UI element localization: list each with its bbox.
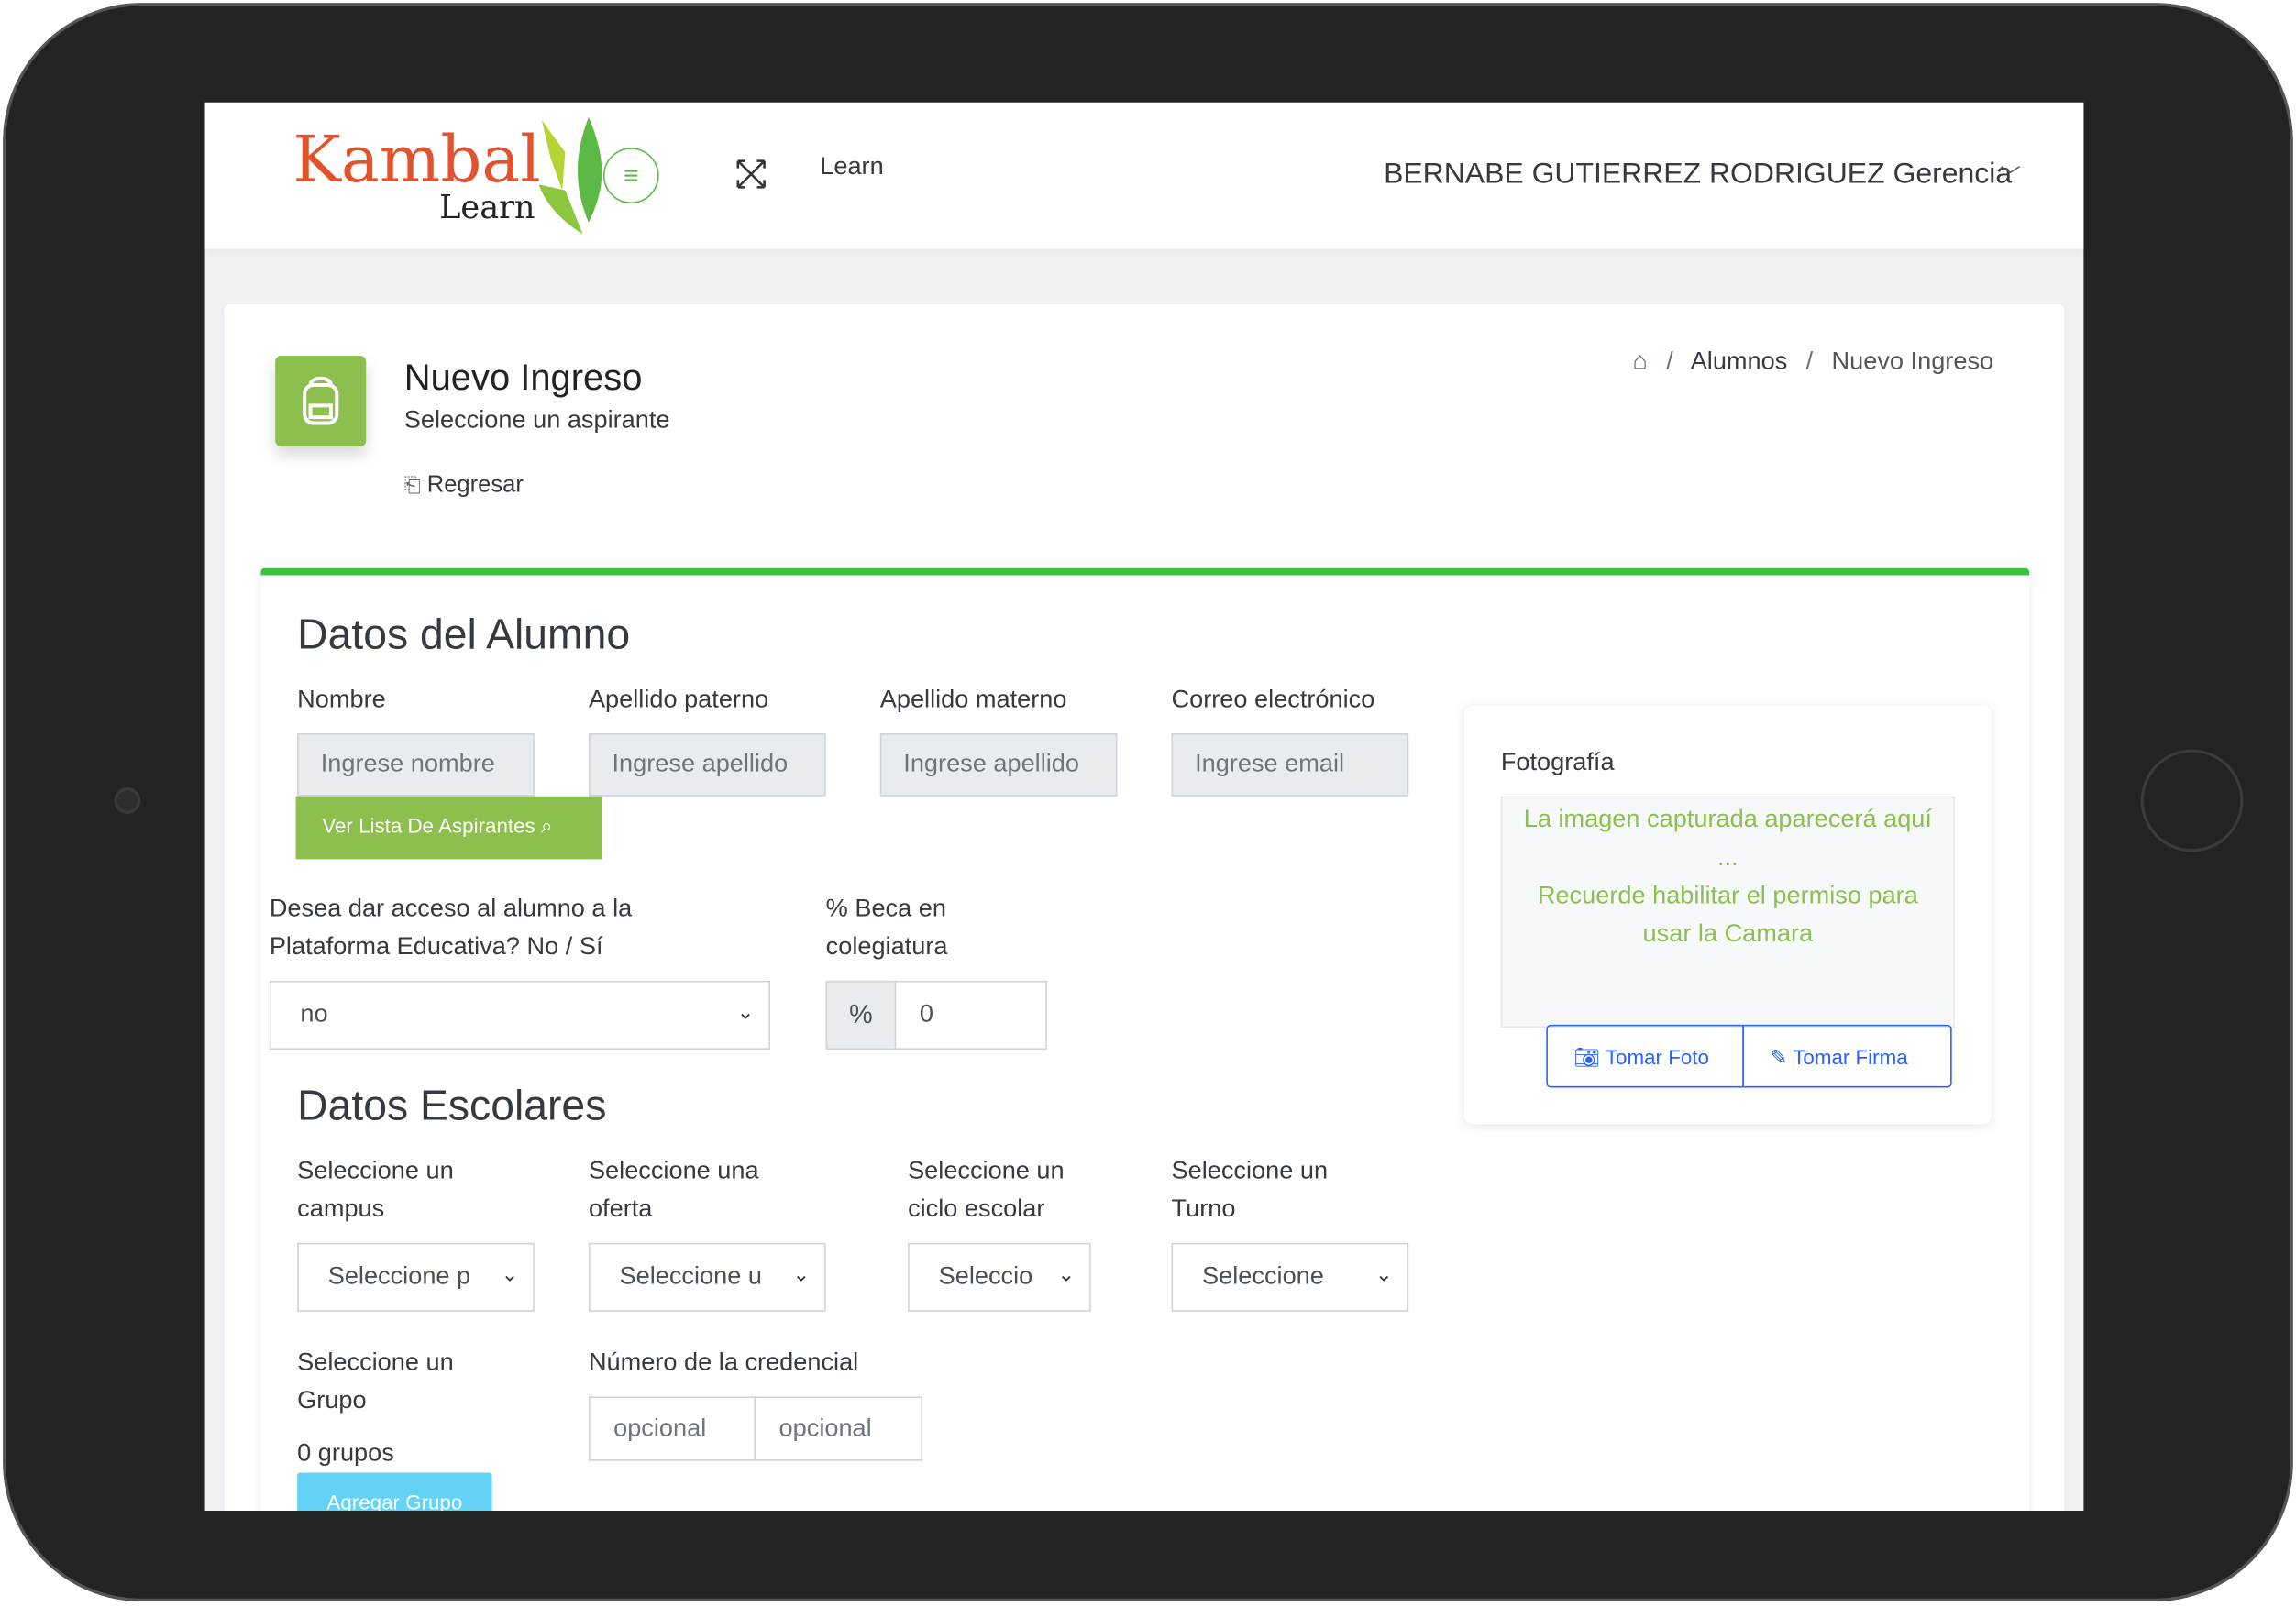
fullscreen-icon[interactable] (735, 158, 767, 190)
page-subtitle: Seleccione un aspirante (403, 405, 670, 434)
page-title: Nuevo Ingreso (403, 357, 643, 399)
section-heading-escolares: Datos Escolares (297, 1083, 607, 1130)
percent-addon: % (825, 980, 897, 1050)
nav-link-learn[interactable]: Learn (820, 152, 883, 182)
backpack-icon (303, 376, 339, 425)
breadcrumb: ⌂ / Alumnos / Nuevo Ingreso (1632, 346, 1994, 375)
offer-select[interactable]: Seleccione u ⌄ (588, 1242, 826, 1312)
platform-access-select[interactable]: no ⌄ (269, 980, 770, 1050)
chevron-down-icon: ⌄ (736, 999, 755, 1024)
back-link[interactable]: ⎗ Regresar (404, 473, 524, 500)
campus-select[interactable]: Seleccione p ⌄ (297, 1242, 535, 1312)
search-icon: ⌕ (540, 813, 553, 838)
menu-toggle-button[interactable]: ≡ (602, 148, 659, 204)
shift-select[interactable]: Seleccione ⌄ (1171, 1242, 1409, 1312)
camera-icon: 📷︎ (1573, 1045, 1601, 1069)
page-icon (275, 356, 367, 447)
take-signature-button[interactable]: ✎ Tomar Firma (1742, 1024, 1952, 1088)
home-icon[interactable]: ⌂ (1633, 346, 1648, 374)
chevron-down-icon: ⌄ (792, 1261, 811, 1286)
add-group-button[interactable]: Agregar Grupo (297, 1472, 492, 1512)
list-applicants-button[interactable]: Ver Lista De Aspirantes ⌕ (295, 796, 602, 860)
chevron-down-icon: ⌄ (1374, 1261, 1393, 1286)
maternal-surname-input[interactable]: Ingrese apellido (879, 733, 1118, 797)
top-header: Kambal Learn ≡ Learn BERNABE GUTIERREZ R… (204, 102, 2084, 249)
pencil-icon: ✎ (1770, 1045, 1788, 1069)
name-input[interactable]: Ingrese nombre (297, 733, 535, 797)
user-menu[interactable]: BERNABE GUTIERREZ RODRIGUEZ Gerencia (1384, 158, 2012, 192)
tablet-home-button (2140, 749, 2244, 852)
breadcrumb-current: Nuevo Ingreso (1831, 346, 1994, 375)
scholarship-input[interactable]: 0 (894, 980, 1047, 1050)
chevron-down-icon[interactable]: ﹀ (2000, 161, 2020, 191)
back-icon: ⎗ (403, 472, 421, 497)
school-cycle-select[interactable]: Seleccio ⌄ (908, 1242, 1091, 1312)
take-photo-button[interactable]: 📷︎ Tomar Foto (1546, 1024, 1744, 1088)
group-count: 0 grupos (297, 1438, 394, 1468)
chevron-down-icon: ⌄ (501, 1261, 519, 1286)
section-heading-alumno: Datos del Alumno (297, 611, 631, 659)
photo-preview: La imagen capturada aparecerá aquí... Rec… (1500, 796, 1955, 1028)
breadcrumb-alumnos[interactable]: Alumnos (1691, 346, 1788, 374)
chevron-down-icon: ⌄ (1057, 1261, 1076, 1286)
tablet-camera (114, 787, 141, 814)
paternal-surname-input[interactable]: Ingrese apellido (588, 733, 826, 797)
credential-input-1[interactable]: opcional (588, 1396, 757, 1461)
email-input[interactable]: Ingrese email (1171, 733, 1409, 797)
credential-input-2[interactable]: opcional (754, 1396, 923, 1461)
screen: Kambal Learn ≡ Learn BERNABE GUTIERREZ R… (204, 102, 2084, 1512)
